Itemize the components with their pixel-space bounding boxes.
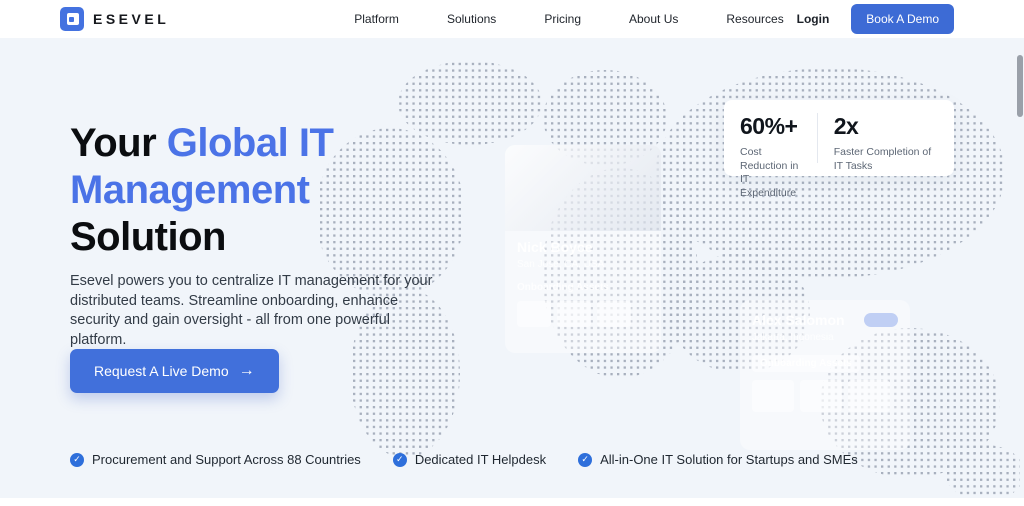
stat-value: 60%+ <box>740 113 801 140</box>
stat-value: 2x <box>834 113 938 140</box>
nav-item-pricing[interactable]: Pricing <box>544 12 581 26</box>
ghost-asset-thumbnail <box>557 301 591 327</box>
check-icon: ✓ <box>393 453 407 467</box>
nav-item-platform[interactable]: Platform <box>354 12 399 26</box>
book-a-demo-button[interactable]: Book A Demo <box>851 4 954 34</box>
stat-label: Cost Reduction in IT Expenditure <box>740 146 801 200</box>
ghost-employee-name: Alex Salomon <box>752 312 845 328</box>
nav-item-resources[interactable]: Resources <box>726 12 783 26</box>
stats-card: 60%+ Cost Reduction in IT Expenditure 2x… <box>724 100 954 176</box>
stat-cost-reduction: 60%+ Cost Reduction in IT Expenditure <box>724 113 817 163</box>
check-label: Procurement and Support Across 88 Countr… <box>92 452 361 467</box>
request-live-demo-button[interactable]: Request A Live Demo → <box>70 349 279 393</box>
ghost-asset-thumbnail <box>752 380 794 412</box>
ghost-asset-thumbnail <box>517 301 551 327</box>
top-navigation-bar: ESEVEL Platform Solutions Pricing About … <box>0 0 1024 38</box>
check-item-all-in-one: ✓ All-in-One IT Solution for Startups an… <box>578 452 858 467</box>
check-icon: ✓ <box>70 453 84 467</box>
login-link[interactable]: Login <box>797 12 830 26</box>
ghost-employee-card-1: Nick Boyce San Jose, CA, USA Onboarding … <box>505 145 661 353</box>
check-item-procurement: ✓ Procurement and Support Across 88 Coun… <box>70 452 361 467</box>
page-scrollbar[interactable] <box>1017 55 1023 117</box>
check-item-helpdesk: ✓ Dedicated IT Helpdesk <box>393 452 546 467</box>
ghost-avatar-image <box>505 145 661 231</box>
ghost-employee-location: Jakarta, Indonesia <box>752 332 898 343</box>
nav-item-solutions[interactable]: Solutions <box>447 12 496 26</box>
ghost-section-label: Onboarding Assets <box>752 355 860 372</box>
ghost-employee-location: San Jose, CA, USA <box>517 259 649 270</box>
request-live-demo-label: Request A Live Demo <box>94 363 229 379</box>
nav-item-about-us[interactable]: About Us <box>629 12 678 26</box>
ghost-button <box>864 313 898 327</box>
check-label: Dedicated IT Helpdesk <box>415 452 546 467</box>
esevel-logo[interactable]: ESEVEL <box>60 7 169 31</box>
ghost-employee-name: Nick Boyce <box>517 239 649 255</box>
feature-checklist: ✓ Procurement and Support Across 88 Coun… <box>70 452 858 467</box>
check-label: All-in-One IT Solution for Startups and … <box>600 452 858 467</box>
ghost-section-label: Onboarding Assets <box>517 282 649 293</box>
esevel-logo-icon <box>60 7 84 31</box>
stat-faster-completion: 2x Faster Completion of IT Tasks <box>817 113 954 163</box>
ghost-employee-card-2: Alex Salomon Jakarta, Indonesia Onboardi… <box>740 300 910 450</box>
hero-section: Nick Boyce San Jose, CA, USA Onboarding … <box>0 38 1024 506</box>
logo-text: ESEVEL <box>93 11 169 27</box>
ghost-asset-thumbnail <box>800 380 842 412</box>
check-icon: ✓ <box>578 453 592 467</box>
main-nav: Platform Solutions Pricing About Us Reso… <box>354 12 783 26</box>
ghost-asset-thumbnail <box>597 301 631 327</box>
ghost-asset-thumbnail <box>848 380 890 412</box>
arrow-right-icon: → <box>239 363 255 379</box>
stat-label: Faster Completion of IT Tasks <box>834 146 938 173</box>
next-section-edge <box>0 498 1024 506</box>
hero-description: Esevel powers you to centralize IT manag… <box>70 272 448 350</box>
hero-title: Your Global IT Management Solution <box>70 120 350 261</box>
